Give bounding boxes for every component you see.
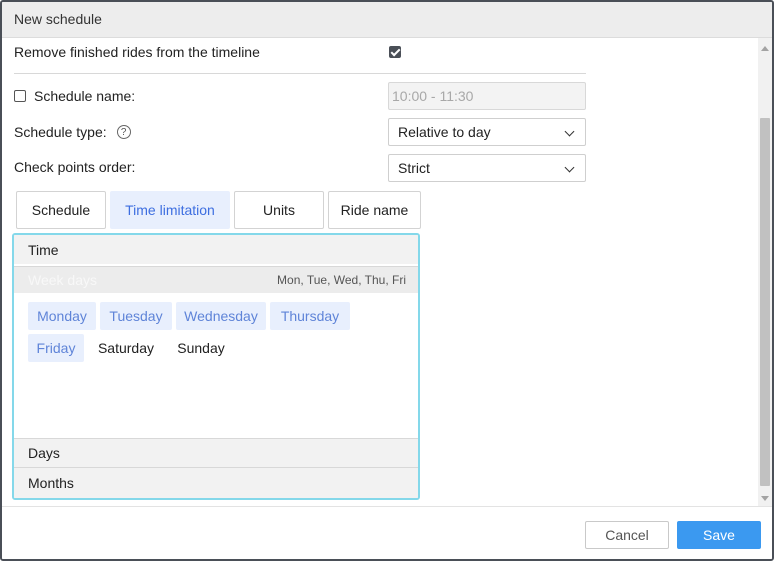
dialog-header: New schedule bbox=[2, 2, 772, 38]
divider bbox=[14, 73, 586, 74]
day-friday[interactable]: Friday bbox=[28, 334, 84, 362]
schedule-name-label: Schedule name: bbox=[34, 88, 136, 104]
day-monday[interactable]: Monday bbox=[28, 302, 96, 330]
dialog-title: New schedule bbox=[14, 11, 102, 27]
schedule-type-row: Schedule type: ? bbox=[14, 124, 131, 140]
week-days-summary: Mon, Tue, Wed, Thu, Fri bbox=[277, 273, 406, 287]
months-section-header[interactable]: Months bbox=[14, 467, 418, 498]
check-points-order-select[interactable]: Strict bbox=[388, 154, 586, 182]
cancel-button[interactable]: Cancel bbox=[585, 521, 669, 549]
scroll-thumb[interactable] bbox=[760, 118, 770, 486]
day-wednesday[interactable]: Wednesday bbox=[176, 302, 266, 330]
day-saturday[interactable]: Saturday bbox=[88, 334, 164, 362]
time-limitation-panel: Time Week days Mon, Tue, Wed, Thu, Fri M… bbox=[12, 233, 420, 500]
day-row-1: Monday Tuesday Wednesday Thursday bbox=[28, 302, 408, 330]
chevron-down-icon bbox=[564, 126, 575, 137]
dialog-body: Remove finished rides from the timeline … bbox=[2, 38, 772, 506]
check-points-order-row: Check points order: bbox=[14, 159, 135, 175]
day-tuesday[interactable]: Tuesday bbox=[100, 302, 172, 330]
schedule-type-value: Relative to day bbox=[398, 124, 491, 140]
remove-finished-checkbox[interactable] bbox=[389, 46, 401, 58]
day-thursday[interactable]: Thursday bbox=[270, 302, 350, 330]
schedule-type-label: Schedule type: bbox=[14, 124, 107, 140]
day-sunday[interactable]: Sunday bbox=[168, 334, 234, 362]
check-points-order-label: Check points order: bbox=[14, 159, 136, 175]
help-icon[interactable]: ? bbox=[116, 125, 131, 139]
tab-time-limitation[interactable]: Time limitation bbox=[110, 191, 230, 229]
chevron-down-icon bbox=[564, 162, 575, 173]
tab-schedule[interactable]: Schedule bbox=[16, 191, 106, 229]
tab-units[interactable]: Units bbox=[234, 191, 324, 229]
save-button[interactable]: Save bbox=[677, 521, 761, 549]
week-days-subheader[interactable]: Week days Mon, Tue, Wed, Thu, Fri bbox=[14, 266, 418, 293]
time-section-header[interactable]: Time bbox=[14, 235, 418, 264]
remove-finished-row: Remove finished rides from the timeline bbox=[14, 44, 586, 60]
schedule-name-row: Schedule name: bbox=[14, 88, 135, 104]
schedule-name-checkbox[interactable] bbox=[14, 90, 26, 102]
check-points-order-value: Strict bbox=[398, 160, 430, 176]
new-schedule-dialog: New schedule Remove finished rides from … bbox=[0, 0, 774, 561]
scrollbar[interactable] bbox=[758, 38, 772, 506]
scroll-down-arrow-icon[interactable] bbox=[761, 496, 769, 501]
week-days-label: Week days bbox=[28, 272, 97, 288]
dialog-footer: Cancel Save bbox=[2, 506, 772, 559]
tab-bar: Schedule Time limitation Units Ride name bbox=[16, 191, 421, 229]
remove-finished-label: Remove finished rides from the timeline bbox=[14, 44, 260, 60]
schedule-name-input[interactable]: 10:00 - 11:30 bbox=[388, 82, 586, 110]
tab-ride-name[interactable]: Ride name bbox=[328, 191, 421, 229]
week-days-list: Monday Tuesday Wednesday Thursday Friday… bbox=[28, 302, 408, 366]
day-row-2: Friday Saturday Sunday bbox=[28, 334, 408, 362]
days-section-header[interactable]: Days bbox=[14, 438, 418, 467]
schedule-type-select[interactable]: Relative to day bbox=[388, 118, 586, 146]
scroll-up-arrow-icon[interactable] bbox=[761, 46, 769, 51]
